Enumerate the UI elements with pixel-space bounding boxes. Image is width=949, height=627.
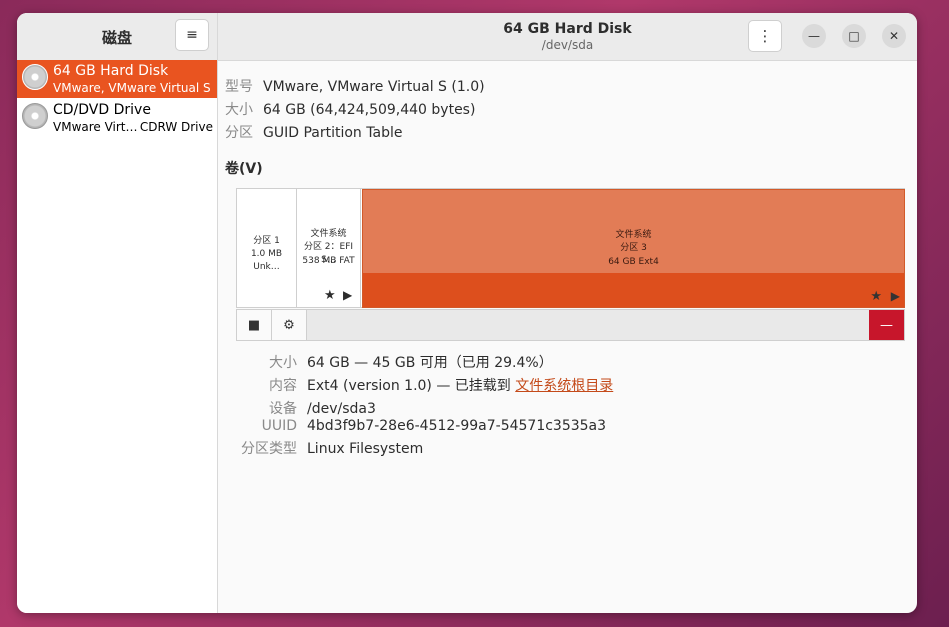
partition-size: 538 MB FAT [302,256,355,266]
partition-3-selected[interactable]: 文件系统 分区 3 64 GB Ext4 ★ ▶ [362,189,905,308]
hamburger-menu-button[interactable]: ≡ [175,19,209,51]
device-row: 设备/dev/sda3 [225,398,376,418]
sidebar: 磁盘 ≡ 64 GB Hard Disk VMware, VMware Virt… [17,13,218,613]
disks-window: 磁盘 ≡ 64 GB Hard Disk VMware, VMware Virt… [17,13,917,613]
mount-point-link[interactable]: 文件系统根目录 [515,378,613,394]
delete-partition-button[interactable]: — [869,310,904,340]
volume-size-value: 64 GB — 45 GB 可用（已用 29.4%） [307,355,553,371]
drive-item-hard-disk[interactable]: 64 GB Hard Disk VMware, VMware Virtual S [17,60,217,98]
drive-item-cd-dvd[interactable]: CD/DVD Drive VMware Virt… CDRW Drive [17,99,217,137]
drive-name: CD/DVD Drive [53,102,151,118]
close-button[interactable]: ✕ [882,24,906,48]
size-value: 64 GB (64,424,509,440 bytes) [263,102,476,118]
drive-name: 64 GB Hard Disk [53,63,169,79]
hard-disk-icon [22,64,48,90]
partitioning-row: 分区 GUID Partition Table [225,122,402,142]
play-icon: ▶ [890,289,900,303]
volume-size-label: 大小 [269,355,297,371]
unmount-button[interactable]: ■ [237,310,272,340]
sidebar-header: 磁盘 ≡ [17,13,217,61]
minus-icon: — [880,317,893,333]
partition-kind: 文件系统 [615,230,652,240]
contents-row: 内容 Ext4 (version 1.0) — 已挂载到 文件系统根目录 [225,375,613,395]
star-icon: ★ [870,289,882,304]
uuid-value: 4bd3f9b7-28e6-4512-99a7-54571c3535a3 [307,418,607,434]
optical-disc-icon [22,103,48,129]
size-row: 大小 64 GB (64,424,509,440 bytes) [225,99,475,119]
model-value: VMware, VMware Virtual S (1.0) [263,79,485,95]
minimize-button[interactable]: — [802,24,826,48]
drive-options-button[interactable]: ⋮ [748,20,782,52]
partition-size: 1.0 MB Unk… [250,249,283,272]
partition-label: 分区 3 [620,243,647,253]
partitioning-value: GUID Partition Table [263,125,403,141]
uuid-label: UUID [261,418,297,434]
device-value: /dev/sda3 [307,401,376,417]
partition-usage-bar [363,273,904,307]
stop-icon: ■ [247,317,261,333]
close-icon: ✕ [888,29,900,43]
play-icon: ▶ [343,288,353,302]
partition-kind: 文件系统 [310,229,347,239]
partition-label: 分区 1 [253,236,280,246]
volume-size-row: 大小 64 GB — 45 GB 可用（已用 29.4%） [225,352,553,372]
partition-1[interactable]: 分区 1 1.0 MB Unk… [237,189,297,308]
partition-size: 64 GB Ext4 [608,257,659,267]
partitioning-label: 分区 [225,125,253,141]
contents-value: Ext4 (version 1.0) — 已挂载到 [307,378,516,394]
hamburger-icon: ≡ [186,27,198,43]
partition-2[interactable]: 文件系统 分区 2：EFI S… 538 MB FAT ★ ▶ [297,189,361,308]
drive-model: VMware, VMware Virtual S [53,81,211,95]
main-pane: 64 GB Hard Disk /dev/sda ⋮ — □ ✕ 型号 VMwar… [218,13,917,613]
more-vertical-icon: ⋮ [757,27,773,45]
partition-type-label: 分区类型 [241,441,297,457]
drive-model: VMware Virt… [53,120,138,134]
contents-label: 内容 [269,378,297,394]
volume-map: 分区 1 1.0 MB Unk… 文件系统 分区 2：EFI S… 538 MB… [236,188,905,308]
minimize-icon: — [808,29,820,43]
size-label: 大小 [225,102,253,118]
volume-toolbar: ■ ⚙ — [236,309,905,341]
gear-icon: ⚙ [283,317,295,333]
device-label: 设备 [269,401,297,417]
maximize-icon: □ [848,29,860,43]
header-bar: 64 GB Hard Disk /dev/sda ⋮ — □ ✕ [218,13,917,61]
partition-options-button[interactable]: ⚙ [272,310,307,340]
partition-type-row: 分区类型 Linux Filesystem [225,438,423,458]
star-icon: ★ [324,288,336,303]
uuid-row: UUID 4bd3f9b7-28e6-4512-99a7-54571c3535a3 [225,418,606,434]
drive-type: CDRW Drive [139,120,213,134]
model-label: 型号 [225,79,253,95]
volumes-heading: 卷(V) [225,161,263,177]
maximize-button[interactable]: □ [842,24,866,48]
model-row: 型号 VMware, VMware Virtual S (1.0) [225,76,485,96]
partition-type-value: Linux Filesystem [307,441,424,457]
